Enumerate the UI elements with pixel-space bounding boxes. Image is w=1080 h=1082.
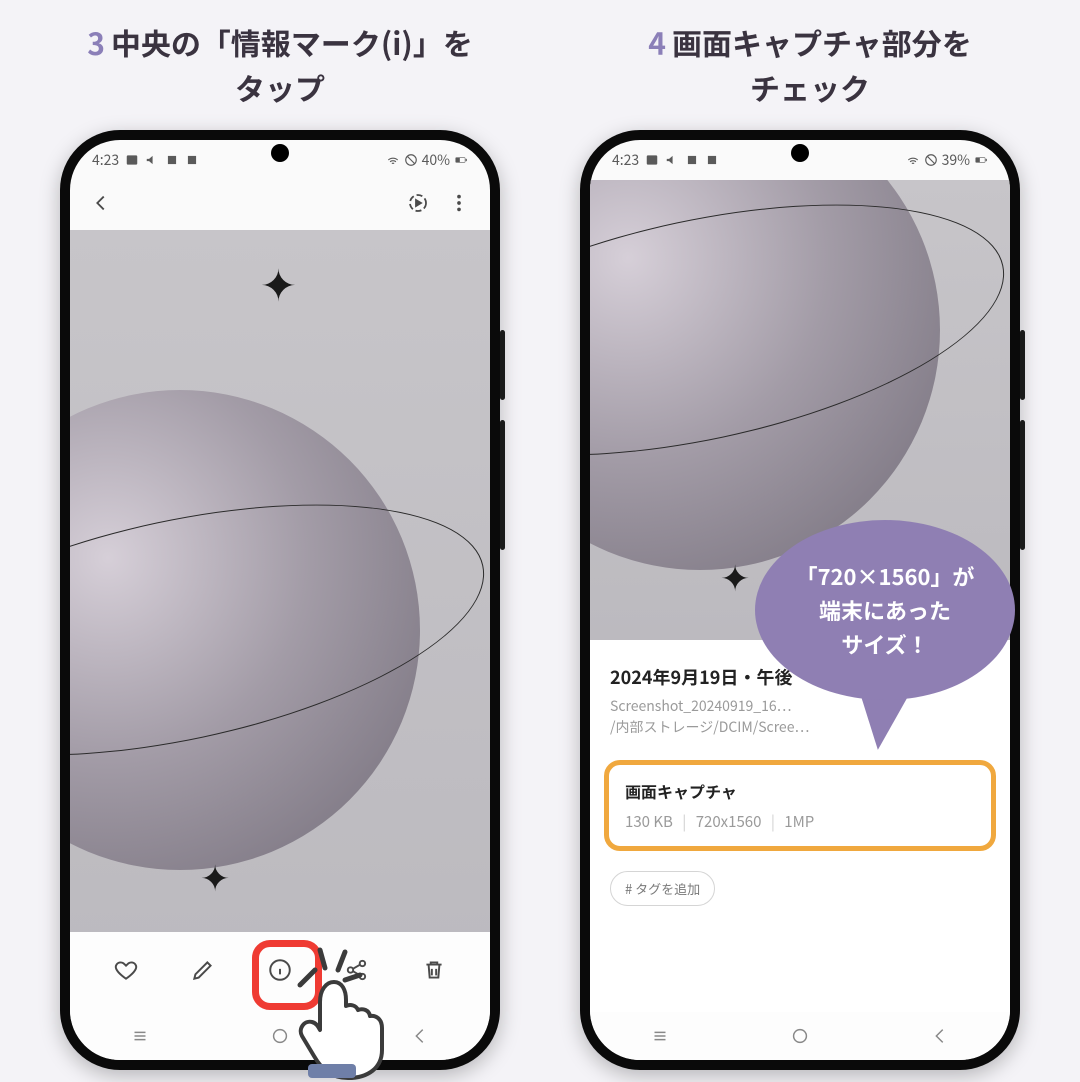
- add-tag-label: # タグを追加: [625, 879, 700, 898]
- motion-photo-button[interactable]: [406, 191, 430, 220]
- status-time: 4:23: [612, 150, 639, 170]
- square-icon: [705, 153, 719, 167]
- no-signal-icon: [924, 153, 938, 167]
- trash-icon: [421, 957, 447, 983]
- pencil-icon: [190, 957, 216, 983]
- status-battery-label: 40%: [422, 150, 450, 170]
- bubble-line: 端末にあった: [819, 594, 951, 626]
- step-number: 4: [648, 20, 666, 64]
- delete-button[interactable]: [411, 947, 457, 998]
- step-number: 3: [87, 20, 105, 64]
- image-info-panel: 2024年9月19日・午後 Screenshot_20240919_16… /内…: [590, 640, 1010, 1012]
- no-signal-icon: [404, 153, 418, 167]
- system-nav-bar: [70, 1012, 490, 1060]
- step-text: 中央の「情報マーク(i)」を: [111, 20, 473, 64]
- bubble-line: 「720×1560」が: [796, 560, 975, 592]
- callout-bubble: 「720×1560」が 端末にあった サイズ！: [755, 520, 1015, 700]
- image-icon: [125, 153, 139, 167]
- image-dimensions: 720x1560: [696, 811, 762, 832]
- status-battery-label: 39%: [942, 150, 970, 170]
- screen-capture-details: 画面キャプチャ 130 KB | 720x1560 | 1MP: [604, 760, 996, 851]
- battery-icon: [974, 153, 988, 167]
- image-icon: [645, 153, 659, 167]
- bubble-line: サイズ！: [841, 628, 928, 660]
- separator: |: [771, 811, 775, 832]
- square-icon: [165, 153, 179, 167]
- info-path: /内部ストレージ/DCIM/Scree…: [610, 717, 809, 737]
- phone-camera-notch: [791, 144, 809, 162]
- heart-icon: [113, 957, 139, 983]
- info-filename-path: Screenshot_20240919_16… /内部ストレージ/DCIM/Sc…: [610, 696, 990, 738]
- step-text: チェック: [750, 65, 870, 109]
- status-time: 4:23: [92, 150, 119, 170]
- more-button[interactable]: [448, 192, 470, 219]
- phone-side-button: [1020, 420, 1025, 550]
- recent-apps-icon[interactable]: [649, 1025, 671, 1047]
- square-icon: [185, 153, 199, 167]
- megaphone-icon: [145, 153, 159, 167]
- file-size: 130 KB: [625, 811, 673, 832]
- step-text: 画面キャプチャ部分を: [672, 20, 972, 64]
- sparkle-icon: ✦: [260, 250, 297, 314]
- megaphone-icon: [665, 153, 679, 167]
- system-nav-bar: [590, 1012, 1010, 1060]
- battery-icon: [454, 153, 468, 167]
- nav-back-icon[interactable]: [409, 1025, 431, 1047]
- home-icon[interactable]: [789, 1025, 811, 1047]
- sparkle-icon: ✦: [200, 850, 230, 902]
- chevron-left-icon: [90, 192, 112, 214]
- image-viewer[interactable]: ✦ ✦: [70, 230, 490, 960]
- motion-photo-icon: [406, 191, 430, 215]
- edit-button[interactable]: [180, 947, 226, 998]
- tap-hand-icon: [290, 952, 410, 1082]
- square-icon: [685, 153, 699, 167]
- nav-back-icon[interactable]: [929, 1025, 951, 1047]
- recent-apps-icon[interactable]: [129, 1025, 151, 1047]
- wifi-icon: [386, 153, 400, 167]
- back-button[interactable]: [90, 192, 112, 219]
- phone-side-button: [1020, 330, 1025, 400]
- add-tag-chip[interactable]: # タグを追加: [610, 871, 715, 906]
- home-icon[interactable]: [269, 1025, 291, 1047]
- info-filename: Screenshot_20240919_16…: [610, 696, 791, 716]
- separator: |: [682, 811, 686, 832]
- step-3-heading: 3中央の「情報マーク(i)」を タップ: [30, 20, 530, 110]
- app-top-bar: [70, 180, 490, 230]
- sparkle-icon: ✦: [720, 550, 750, 602]
- favorite-button[interactable]: [103, 947, 149, 998]
- step-text: タップ: [235, 65, 325, 109]
- megapixels: 1MP: [784, 811, 814, 832]
- phone-camera-notch: [271, 144, 289, 162]
- phone-screen: 4:23 40%: [70, 140, 490, 1060]
- phone-mockup-left: 4:23 40%: [60, 130, 500, 1070]
- more-vertical-icon: [448, 192, 470, 214]
- step-4-heading: 4画面キャプチャ部分を チェック: [560, 20, 1060, 110]
- phone-side-button: [500, 330, 505, 400]
- phone-side-button: [500, 420, 505, 550]
- capture-title: 画面キャプチャ: [625, 779, 975, 803]
- wifi-icon: [906, 153, 920, 167]
- capture-meta: 130 KB | 720x1560 | 1MP: [625, 811, 975, 832]
